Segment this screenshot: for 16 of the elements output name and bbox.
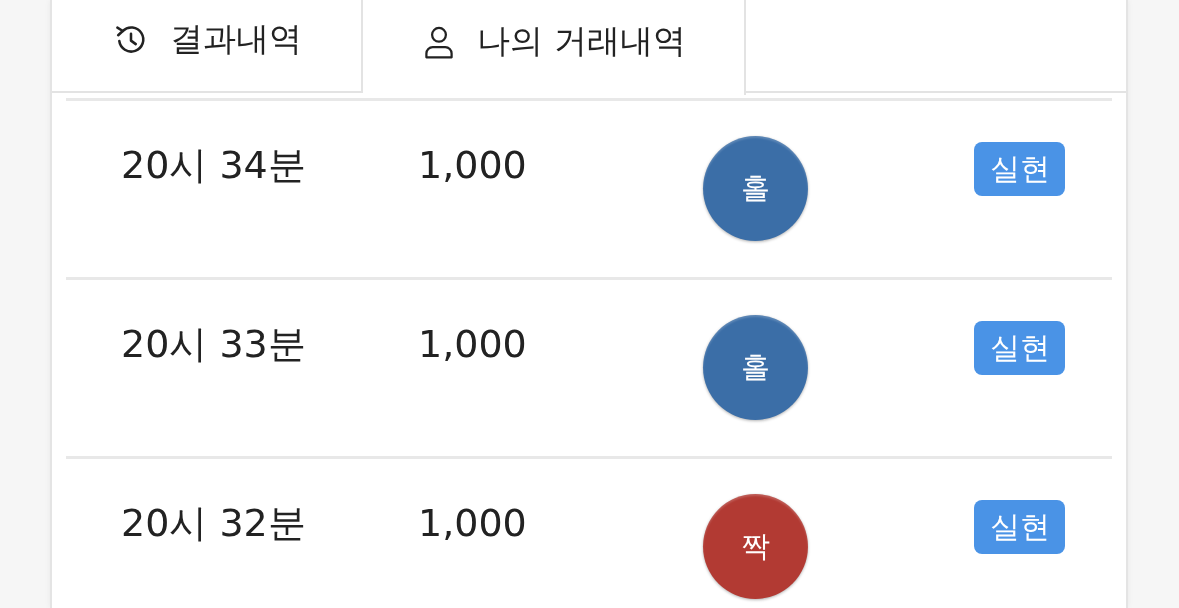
tab[interactable]: 나의 거래내역 bbox=[363, 0, 746, 95]
amount-text: 1,000 bbox=[418, 321, 528, 367]
tab[interactable]: 결과내역 bbox=[52, 0, 363, 93]
result-ball: 홀 bbox=[703, 136, 808, 241]
tab-label: 결과내역 bbox=[169, 18, 302, 60]
status-badge: 실현 bbox=[974, 500, 1065, 554]
status-badge: 실현 bbox=[974, 142, 1065, 196]
tab-label: 나의 거래내역 bbox=[477, 20, 686, 62]
amount-text: 1,000 bbox=[418, 142, 528, 188]
amount-text: 1,000 bbox=[418, 500, 528, 546]
result-ball: 짝 bbox=[703, 494, 808, 599]
status-badge: 실현 bbox=[974, 321, 1065, 375]
time-text: 20시 34분 bbox=[121, 142, 307, 188]
result-ball: 홀 bbox=[703, 315, 808, 420]
time-text: 20시 33분 bbox=[121, 321, 307, 367]
time-text: 20시 32분 bbox=[121, 500, 307, 546]
